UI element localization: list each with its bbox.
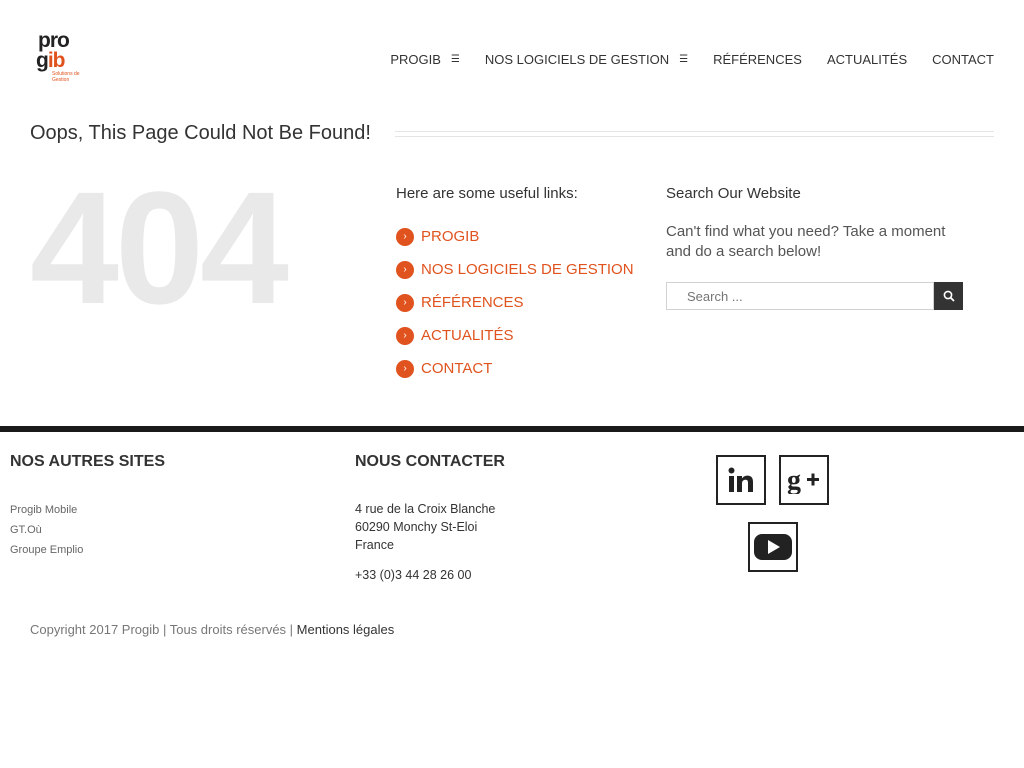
linkedin-button[interactable] xyxy=(716,455,766,505)
youtube-button[interactable] xyxy=(748,522,798,572)
site-link-gtou[interactable]: GT.Où xyxy=(10,524,42,536)
nav-label: RÉFÉRENCES xyxy=(713,52,802,67)
chevron-right-icon: › xyxy=(396,293,414,312)
sites-heading: NOS AUTRES SITES xyxy=(10,453,165,470)
linkedin-icon xyxy=(728,467,753,492)
useful-links-list: › PROGIB › NOS LOGICIELS DE GESTION › RÉFÉR… xyxy=(396,220,634,385)
search-button[interactable] xyxy=(934,282,963,310)
list-item: › RÉFÉRENCES xyxy=(396,286,634,319)
logo-letters-ib: ib xyxy=(47,49,66,72)
sites-list: Progib Mobile GT.Où Groupe Emplio xyxy=(10,500,83,560)
copyright: Copyright 2017 Progib | Tous droits rése… xyxy=(30,622,394,637)
google-plus-button[interactable]: g xyxy=(779,455,829,505)
address-line: 60290 Monchy St-Eloi xyxy=(355,520,478,534)
copyright-text: Copyright 2017 Progib | Tous droits rése… xyxy=(30,622,294,637)
list-item: › CONTACT xyxy=(396,352,634,385)
list-item: Groupe Emplio xyxy=(10,540,83,560)
nav-item-contact[interactable]: CONTACT xyxy=(932,52,994,67)
nav-item-progib[interactable]: PROGIB ☰ xyxy=(390,52,460,67)
legal-link[interactable]: Mentions légales xyxy=(297,622,395,637)
phone-number: +33 (0)3 44 28 26 00 xyxy=(355,568,472,582)
list-item: › NOS LOGICIELS DE GESTION xyxy=(396,253,634,286)
site-link-groupe-emplio[interactable]: Groupe Emplio xyxy=(10,544,83,556)
footer-divider xyxy=(0,426,1024,432)
useful-link-references[interactable]: RÉFÉRENCES xyxy=(421,294,524,311)
search-heading: Search Our Website xyxy=(666,185,801,202)
address-line: France xyxy=(355,538,394,552)
address: 4 rue de la Croix Blanche 60290 Monchy S… xyxy=(355,500,495,554)
nav-label: ACTUALITÉS xyxy=(826,52,908,67)
site-link-progib-mobile[interactable]: Progib Mobile xyxy=(10,504,77,516)
chevron-right-icon: › xyxy=(396,260,414,279)
useful-link-logiciels[interactable]: NOS LOGICIELS DE GESTION xyxy=(421,261,634,278)
nav-label: PROGIB xyxy=(390,52,441,67)
logo-letter-g: g xyxy=(36,49,49,72)
logo-text-bottom: gib xyxy=(36,50,65,71)
nav-item-logiciels[interactable]: NOS LOGICIELS DE GESTION ☰ xyxy=(485,52,688,67)
dropdown-caret-icon: ☰ xyxy=(450,54,460,65)
title-separator xyxy=(395,131,994,137)
list-item: › PROGIB xyxy=(396,220,634,253)
nav-item-actualites[interactable]: ACTUALITÉS xyxy=(827,52,907,67)
useful-link-contact[interactable]: CONTACT xyxy=(421,360,492,377)
useful-link-actualites[interactable]: ACTUALITÉS xyxy=(421,327,514,344)
chevron-right-icon: › xyxy=(396,359,414,378)
search-icon xyxy=(943,290,955,302)
youtube-icon xyxy=(754,534,792,560)
logo-text-top: pro xyxy=(38,29,70,52)
address-line: 4 rue de la Croix Blanche xyxy=(355,502,496,516)
useful-link-progib[interactable]: PROGIB xyxy=(421,228,479,245)
contact-heading: NOUS CONTACTER xyxy=(355,453,505,470)
search-description: Can't find what you need? Take a moment … xyxy=(666,223,946,260)
nav-label: CONTACT xyxy=(932,52,994,67)
error-code: 404 xyxy=(30,158,289,337)
main-nav: PROGIB ☰ NOS LOGICIELS DE GESTION ☰ RÉFÉRE… xyxy=(365,52,994,67)
search-input[interactable] xyxy=(666,282,934,310)
logo-tagline: Solutions de Gestion xyxy=(52,71,80,83)
google-plus-icon: g xyxy=(787,466,819,494)
useful-links-heading: Here are some useful links: xyxy=(396,185,578,202)
logo[interactable]: pro gib Solutions de Gestion xyxy=(36,30,86,90)
list-item: › ACTUALITÉS xyxy=(396,319,634,352)
list-item: Progib Mobile xyxy=(10,500,83,520)
nav-label: NOS LOGICIELS DE GESTION xyxy=(484,52,670,67)
list-item: GT.Où xyxy=(10,520,83,540)
dropdown-caret-icon: ☰ xyxy=(679,54,689,65)
svg-text:g: g xyxy=(787,466,801,494)
chevron-right-icon: › xyxy=(396,326,414,345)
page-title: Oops, This Page Could Not Be Found! xyxy=(30,122,371,144)
chevron-right-icon: › xyxy=(396,227,414,246)
nav-item-references[interactable]: RÉFÉRENCES xyxy=(713,52,802,67)
